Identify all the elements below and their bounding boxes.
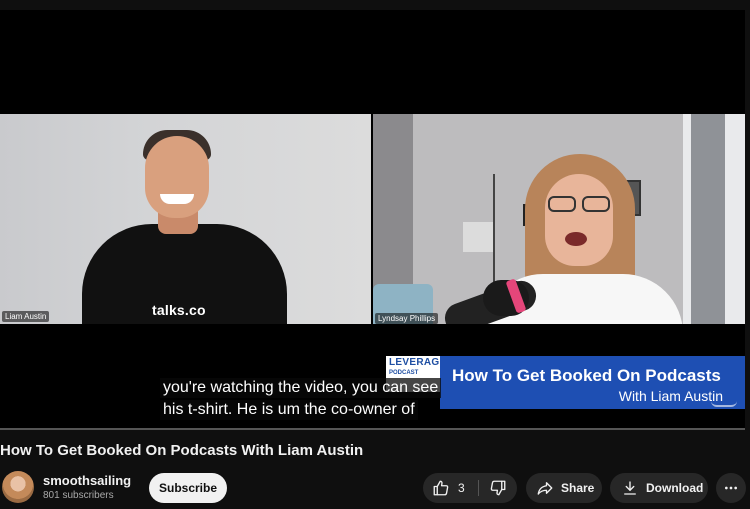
thumbs-down-icon [489, 479, 507, 497]
caption-line-1: you're watching the video, you can see [160, 378, 442, 398]
video-player[interactable]: talks.co Liam Austin Lyndsay Phillips LE… [0, 10, 745, 430]
channel-name[interactable]: smoothsailing [43, 473, 131, 488]
download-icon [621, 479, 639, 497]
video-title: How To Get Booked On Podcasts With Liam … [0, 442, 364, 459]
more-horizontal-icon [723, 480, 739, 496]
thumbs-up-icon [432, 479, 450, 497]
banner-subtitle: With Liam Austin [618, 388, 723, 404]
speaker-name-tag-right: Lyndsay Phillips [375, 313, 439, 324]
podcast-logo-line1: LEVERAGE [389, 357, 447, 368]
dislike-button[interactable] [479, 473, 517, 503]
download-button[interactable]: Download [610, 473, 708, 503]
title-banner: How To Get Booked On Podcasts With Liam … [440, 356, 745, 409]
like-count: 3 [458, 481, 465, 495]
wall-poster [463, 222, 493, 252]
share-arrow-icon [536, 479, 554, 497]
banner-title: How To Get Booked On Podcasts [452, 366, 721, 385]
top-bar [0, 0, 750, 10]
subscribe-button[interactable]: Subscribe [149, 473, 227, 503]
video-panel-left: talks.co Liam Austin [0, 114, 371, 324]
speaker-head [145, 136, 209, 218]
host-face [545, 174, 613, 266]
share-label: Share [561, 481, 595, 495]
channel-avatar[interactable] [2, 471, 34, 503]
curtain [691, 114, 725, 324]
shirt-logo: talks.co [152, 302, 206, 318]
download-label: Download [646, 481, 704, 495]
subscriber-count: 801 subscribers [43, 490, 114, 501]
speaker-name-tag-left: Liam Austin [2, 311, 50, 322]
podcast-logo-line2: PODCAST [389, 370, 419, 376]
banner-watermark [711, 397, 737, 407]
like-button[interactable]: 3 [423, 473, 478, 503]
video-panel-right: Lyndsay Phillips [373, 114, 745, 324]
host-mouth [565, 232, 587, 246]
share-button[interactable]: Share [526, 473, 602, 503]
glasses [546, 196, 612, 212]
like-dislike-group: 3 [423, 473, 517, 503]
speaker-smile [160, 194, 194, 204]
more-actions-button[interactable] [716, 473, 746, 503]
progress-bar[interactable] [0, 428, 745, 430]
caption-line-2: his t-shirt. He is um the co-owner of [160, 400, 418, 420]
